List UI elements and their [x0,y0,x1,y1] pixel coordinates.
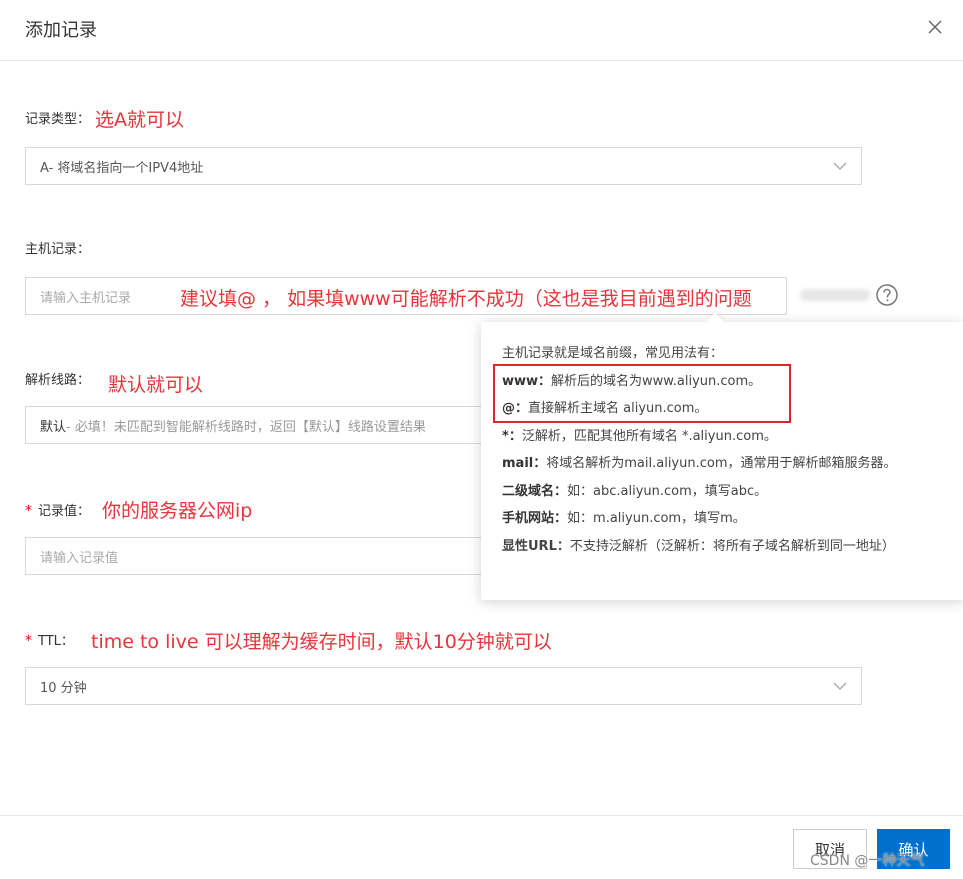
highlight-box [493,364,791,423]
record-type-annotation: 选A就可以 [95,109,184,131]
record-value-label: * 记录值： [25,503,91,519]
record-type-select[interactable]: A- 将域名指向一个IPV4地址 [25,147,862,185]
tooltip-item: 二级域名：如：abc.aliyun.com，填写abc。 [502,483,768,499]
record-value-annotation: 你的服务器公网ip [102,500,253,522]
close-icon[interactable] [924,16,946,38]
blurred-text [800,289,870,301]
footer-divider [0,815,963,816]
ttl-select[interactable]: 10 分钟 [25,667,862,705]
line-annotation: 默认就可以 [108,374,204,396]
record-value-placeholder: 请输入记录值 [40,550,119,566]
record-type-value: A- 将域名指向一个IPV4地址 [40,160,204,176]
ttl-annotation: time to live 可以理解为缓存时间，默认10分钟就可以 [91,631,552,653]
header-divider [0,60,963,61]
line-value-bold: 默认 [40,419,67,435]
dialog-title: 添加记录 [25,20,97,41]
watermark: CSDN @一种天气 [810,853,925,869]
ttl-label: * TTL： [25,633,74,649]
tooltip-item: 手机网站：如：m.aliyun.com，填写m。 [502,511,746,526]
ttl-value: 10 分钟 [40,680,87,696]
line-value-rest: - 必填！未匹配到智能解析线路时，返回【默认】线路设置结果 [66,419,426,435]
chevron-down-icon [833,679,847,693]
chevron-down-icon [833,159,847,173]
tooltip-item: 显性URL：不支持泛解析（泛解析：将所有子域名解析到同一地址） [502,538,895,554]
record-type-label: 记录类型： [25,112,91,127]
tooltip-item: mail：将域名解析为mail.aliyun.com，通常用于解析邮箱服务器。 [502,456,897,471]
tooltip-item: *：泛解析，匹配其他所有域名 *.aliyun.com。 [502,428,777,444]
host-record-annotation: 建议填@ ， 如果填www可能解析不成功（这也是我目前遇到的问题 [180,288,752,310]
tooltip-arrow [706,312,724,330]
help-icon[interactable] [875,283,899,307]
host-record-placeholder: 请输入主机记录 [40,290,132,306]
host-record-label: 主机记录： [25,242,91,257]
line-label: 解析线路： [25,373,91,388]
